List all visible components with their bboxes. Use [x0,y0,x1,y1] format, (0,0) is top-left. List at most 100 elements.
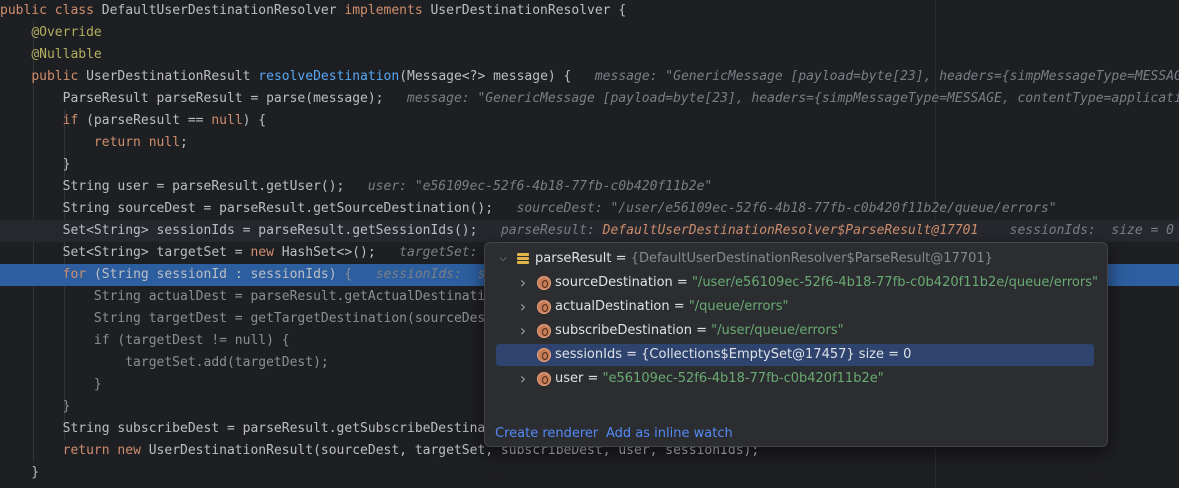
code-token: parseResult: [500,223,603,238]
code-line[interactable]: ParseResult parseResult = parse(message)… [0,88,1179,110]
tree-field-row-sourceDestination[interactable]: › sourceDestination = "/user/e56109ec-52f… [485,272,1107,294]
field-value: {Collections$EmptySet@17457} size = 0 [641,347,912,362]
code-token: UserDestinationResolver { [430,3,627,18]
code-token: message: "GenericMessage [payload=byte[2… [407,91,1179,106]
field-equals: = [672,275,692,290]
code-token: for [62,267,94,282]
field-icon [537,300,551,314]
create-renderer-link[interactable]: Create renderer [495,426,598,441]
tree-field-row-actualDestination[interactable]: › actualDestination = "/queue/errors" [485,296,1107,318]
code-token: String subscribeDest = parseResult.getSu… [0,421,486,436]
field-value: "/user/e56109ec-52f6-4b18-77fb-c0b420f11… [691,275,1098,290]
code-token: @Override [31,25,102,40]
code-line[interactable]: String sourceDest = parseResult.getSourc… [0,198,1179,220]
code-token: targetSet.add(targetDest); [0,355,329,370]
code-token: } [0,377,102,392]
code-token: HashSet<>(); [281,245,400,260]
code-line[interactable]: } [0,462,1179,484]
code-line[interactable]: if (parseResult == null) { [0,110,1179,132]
code-token: null [211,113,243,128]
code-token: ; [180,135,188,150]
code-token: message: "GenericMessage [payload=byte[2… [594,69,1179,84]
stack-frame-icon [517,253,529,265]
code-token: (String sessionId : sessionIds) [93,267,345,282]
code-token: targetSet: [399,245,486,260]
code-token: sourceDest: "/user/e56109ec-52f6-4b18-77… [516,201,1057,216]
code-token: UserDestinationResult [86,69,259,84]
code-token: user: "e56109ec-52f6-4b18-77fb-c0b420f11… [367,179,713,194]
field-name: actualDestination [555,299,670,314]
code-token: public [31,69,87,84]
field-icon [537,372,551,386]
code-token: String targetDest = getTargetDestination… [0,311,486,326]
chevron-down-icon[interactable]: ⌵ [496,248,510,270]
tree-field-row-user[interactable]: › user = "e56109ec-52f6-4b18-77fb-c0b420f… [485,368,1107,390]
code-token: return null [93,135,181,150]
debugger-value-popup[interactable]: ⌵ parseResult = {DefaultUserDestinationR… [484,242,1108,447]
code-line[interactable]: } [0,154,1179,176]
code-token: if [62,113,87,128]
code-token: String actualDest = parseResult.getActua… [0,289,486,304]
field-value: "/user/queue/errors" [711,323,844,338]
code-token: } [0,157,71,172]
code-token: DefaultUserDestinationResolver$ParseResu… [602,223,979,238]
code-token: ParseResult parseResult = parse(message)… [0,91,407,106]
root-variable-name: parseResult [535,251,612,266]
code-token: (parseResult == [86,113,212,128]
code-token: ) { [242,113,267,128]
tree-field-row-subscribeDestination[interactable]: › subscribeDestination = "/user/queue/err… [485,320,1107,342]
code-token: public class [0,3,102,18]
root-equals: = [611,251,631,266]
field-name: sourceDestination [555,275,673,290]
code-token: Set<String> targetSet = [0,245,251,260]
chevron-right-icon[interactable]: › [516,272,530,294]
code-token: String sourceDest = parseResult.getSourc… [0,201,517,216]
code-token: new [250,245,282,260]
code-line[interactable]: return null; [0,132,1179,154]
code-token: if (targetDest != null) { [0,333,290,348]
code-token: sessionIds: size = 0 [978,223,1175,238]
field-value: "/queue/errors" [688,299,789,314]
code-token: implements [344,3,431,18]
code-token: Set<String> sessionIds = parseResult.get… [0,223,501,238]
chevron-right-icon[interactable]: › [516,368,530,390]
root-reference: {DefaultUserDestinationResolver$ParseRes… [630,251,993,266]
add-inline-watch-link[interactable]: Add as inline watch [606,426,733,441]
code-line[interactable]: Set<String> sessionIds = parseResult.get… [0,220,1179,242]
code-token: resolveDestination [258,69,400,84]
code-line[interactable]: public class DefaultUserDestinationResol… [0,0,1179,22]
code-line[interactable]: @Override [0,22,1179,44]
tree-field-row-sessionIds[interactable]: sessionIds = {Collections$EmptySet@17457… [485,344,1107,366]
field-equals: = [621,347,642,362]
field-icon [537,348,551,362]
code-token: } [0,465,40,480]
field-name: subscribeDestination [555,323,692,338]
code-token: DefaultUserDestinationResolver [101,3,345,18]
code-token: return new [62,443,149,458]
field-equals: = [669,299,689,314]
field-name: user [555,371,584,386]
code-token: sessionIds: si [375,267,494,282]
chevron-right-icon[interactable]: › [516,296,530,318]
field-icon [537,324,551,338]
code-token: { [344,267,376,282]
chevron-right-icon[interactable]: › [516,320,530,342]
code-line[interactable]: String user = parseResult.getUser(); use… [0,176,1179,198]
field-value: "e56109ec-52f6-4b18-77fb-c0b420f11b2e" [602,371,884,386]
code-token: } [0,399,71,414]
code-line[interactable]: @Nullable [0,44,1179,66]
tree-root-row[interactable]: ⌵ parseResult = {DefaultUserDestinationR… [485,248,1107,270]
field-equals: = [583,371,603,386]
code-token: @Nullable [31,47,102,62]
code-line[interactable]: public UserDestinationResult resolveDest… [0,66,1179,88]
field-name: sessionIds [555,347,622,362]
code-token: (Message<?> message) { [399,69,595,84]
field-equals: = [692,323,712,338]
